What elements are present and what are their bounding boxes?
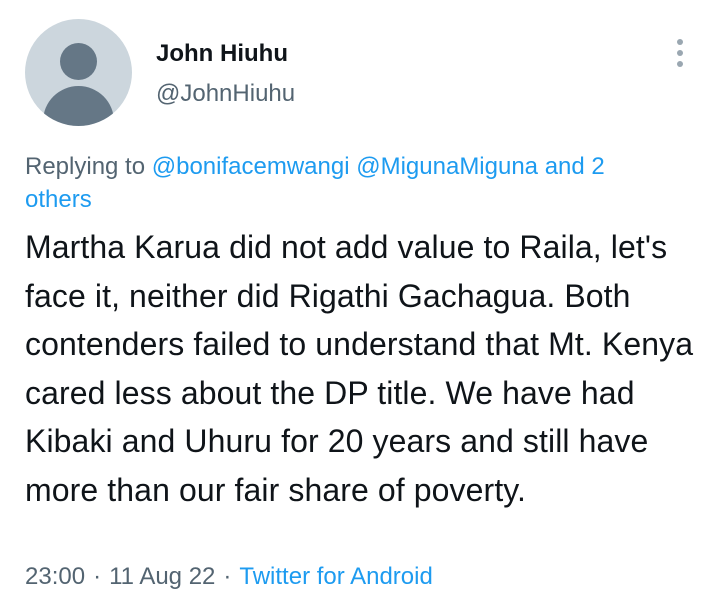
mention-link[interactable]: @bonifacemwangi (152, 153, 350, 180)
replying-prefix: Replying to (25, 153, 146, 180)
author-handle[interactable]: @JohnHiuhu (156, 80, 295, 108)
avatar-shoulders (43, 86, 114, 126)
author-name[interactable]: John Hiuhu (156, 40, 288, 68)
meta-separator: · (93, 563, 102, 590)
more-dot (677, 61, 683, 67)
tweet-source-link[interactable]: Twitter for Android (239, 563, 432, 590)
meta-separator: · (223, 563, 232, 590)
tweet-meta: 23:00 · 11 Aug 22 · Twitter for Android (25, 563, 433, 591)
tweet-text: Martha Karua did not add value to Raila,… (25, 229, 694, 508)
avatar[interactable] (25, 19, 132, 126)
tweet-time[interactable]: 23:00 (25, 563, 85, 590)
tweet-date[interactable]: 11 Aug 22 (109, 563, 215, 590)
more-dot (677, 50, 683, 56)
replying-to: Replying to @bonifacemwangi @MigunaMigun… (25, 150, 675, 216)
mention-link[interactable]: @MigunaMiguna (356, 153, 538, 180)
more-vertical-icon[interactable] (670, 39, 690, 67)
default-avatar-icon (60, 43, 97, 80)
more-dot (677, 39, 683, 45)
